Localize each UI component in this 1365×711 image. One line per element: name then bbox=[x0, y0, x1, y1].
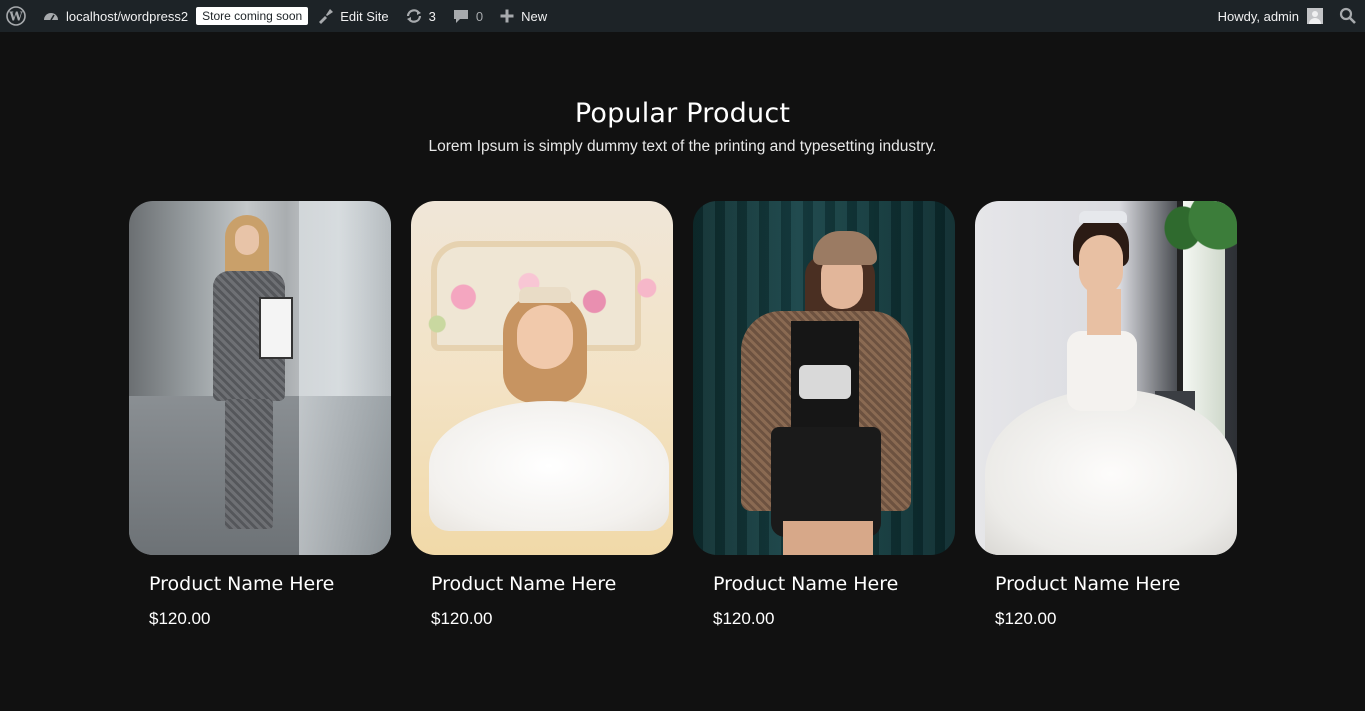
search-button[interactable] bbox=[1331, 0, 1365, 32]
product-name[interactable]: Product Name Here bbox=[411, 573, 673, 595]
product-card[interactable]: Product Name Here $120.00 bbox=[975, 201, 1237, 629]
wordpress-logo-button[interactable]: W bbox=[0, 0, 34, 32]
avatar bbox=[1307, 8, 1323, 24]
product-grid: Product Name Here $120.00 Product Name H… bbox=[129, 201, 1237, 629]
edit-site-label: Edit Site bbox=[340, 8, 389, 24]
store-coming-soon-badge[interactable]: Store coming soon bbox=[196, 7, 309, 25]
howdy-label: Howdy, admin bbox=[1217, 8, 1299, 24]
section-title: Popular Product bbox=[574, 98, 791, 129]
new-label: New bbox=[521, 8, 548, 24]
product-price: $120.00 bbox=[149, 609, 211, 628]
product-name[interactable]: Product Name Here bbox=[693, 573, 955, 595]
my-account-link[interactable]: Howdy, admin bbox=[1210, 0, 1331, 32]
product-card[interactable]: Product Name Here $120.00 bbox=[411, 201, 673, 629]
product-price: $120.00 bbox=[995, 609, 1057, 628]
product-image-woman-jacket[interactable] bbox=[693, 201, 955, 555]
product-image-girl-dress[interactable] bbox=[411, 201, 673, 555]
product-name[interactable]: Product Name Here bbox=[129, 573, 391, 595]
search-icon bbox=[1339, 7, 1357, 25]
dashboard-icon bbox=[42, 8, 60, 24]
site-name-link[interactable]: localhost/wordpress2 bbox=[34, 0, 196, 32]
updates-icon bbox=[405, 7, 423, 25]
product-image-woman-suit[interactable] bbox=[129, 201, 391, 555]
site-name-label: localhost/wordpress2 bbox=[66, 8, 189, 24]
product-card[interactable]: Product Name Here $120.00 bbox=[693, 201, 955, 629]
new-content-link[interactable]: New bbox=[491, 0, 555, 32]
comments-link[interactable]: 0 bbox=[444, 0, 491, 32]
edit-site-link[interactable]: Edit Site bbox=[308, 0, 396, 32]
plus-icon bbox=[499, 8, 515, 24]
svg-text:W: W bbox=[8, 10, 23, 24]
updates-link[interactable]: 3 bbox=[397, 0, 444, 32]
product-card[interactable]: Product Name Here $120.00 bbox=[129, 201, 391, 629]
admin-bar: W localhost/wordpress2 Store coming soon… bbox=[0, 0, 1365, 32]
comment-icon bbox=[452, 7, 470, 25]
comments-count: 0 bbox=[475, 8, 484, 24]
product-name[interactable]: Product Name Here bbox=[975, 573, 1237, 595]
updates-count: 3 bbox=[428, 8, 436, 24]
product-price: $120.00 bbox=[713, 609, 775, 628]
product-image-bride[interactable] bbox=[975, 201, 1237, 555]
edit-brush-icon bbox=[316, 7, 334, 25]
product-price: $120.00 bbox=[431, 609, 493, 628]
wordpress-logo-icon: W bbox=[6, 6, 26, 26]
section-subtitle: Lorem Ipsum is simply dummy text of the … bbox=[428, 138, 937, 155]
